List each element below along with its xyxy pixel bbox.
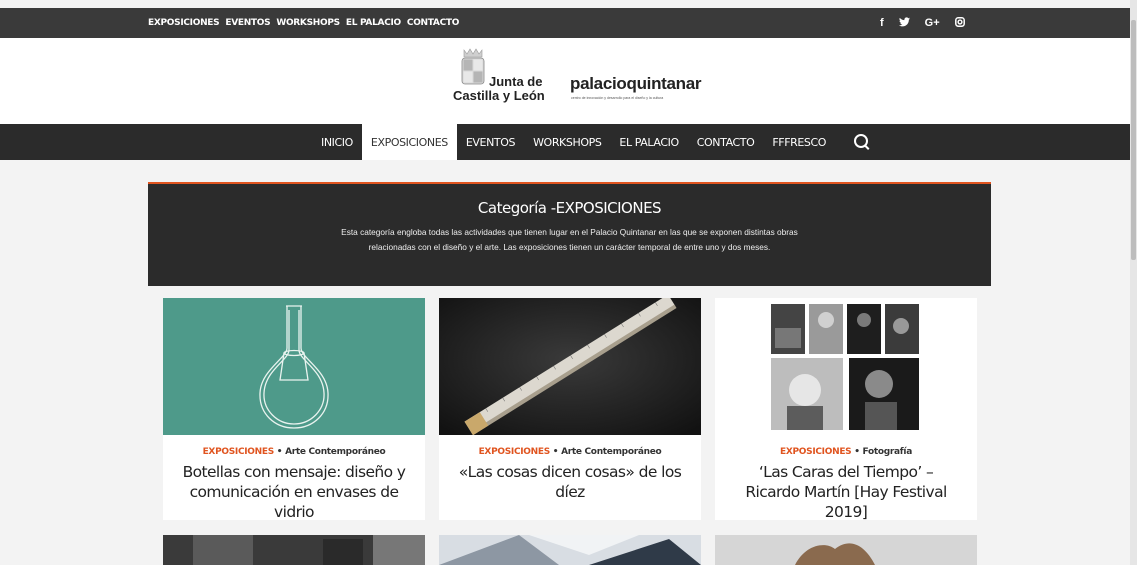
- ruler-photo: [439, 298, 701, 435]
- meta-separator: •: [552, 447, 559, 457]
- nav-fffresco[interactable]: FFFRESCO: [763, 124, 835, 160]
- category-title: Categoría -EXPOSICIONES: [477, 199, 662, 217]
- nav-exposiciones[interactable]: EXPOSICIONES: [361, 124, 457, 160]
- category-description: Esta categoría engloba todas las activid…: [341, 227, 798, 252]
- social-links: f G+: [880, 8, 965, 38]
- top-nav-workshops[interactable]: WORKSHOPS: [276, 18, 340, 28]
- bottle-illustration: [259, 305, 329, 429]
- top-nav-el-palacio[interactable]: EL PALACIO: [346, 18, 401, 28]
- post-subcategory-link[interactable]: Arte Contemporáneo: [285, 447, 386, 457]
- post-subcategory-link[interactable]: Arte Contemporáneo: [561, 447, 662, 457]
- post-category-link[interactable]: EXPOSICIONES: [203, 447, 275, 457]
- post-thumbnail-next-3[interactable]: [715, 535, 977, 565]
- post-meta: EXPOSICIONES • Arte Contemporáneo: [163, 447, 425, 457]
- nav-search[interactable]: [835, 124, 877, 160]
- post-thumbnail-bottle[interactable]: [163, 298, 425, 435]
- post-subcategory-link[interactable]: Fotografía: [863, 447, 913, 457]
- nav-workshops[interactable]: WORKSHOPS: [524, 124, 610, 160]
- junta-logo-text: Junta de Castilla y León: [453, 75, 545, 103]
- post-thumbnail-next-1[interactable]: [163, 535, 425, 565]
- scrollbar-thumb[interactable]: [1131, 20, 1136, 260]
- site-header: Junta de Castilla y León palacioquintana…: [0, 38, 1130, 124]
- portraits-collage: [771, 304, 919, 430]
- next-photo-3: [715, 535, 977, 565]
- post-card[interactable]: EXPOSICIONES • Fotografía ‘Las Caras del…: [715, 298, 977, 522]
- junta-line-1: Junta de: [489, 74, 543, 89]
- instagram-icon[interactable]: [954, 16, 965, 30]
- category-banner: Categoría -EXPOSICIONES Esta categoría e…: [148, 182, 991, 286]
- facebook-icon[interactable]: f: [880, 17, 884, 29]
- post-category-link[interactable]: EXPOSICIONES: [780, 447, 852, 457]
- top-nav-exposiciones[interactable]: EXPOSICIONES: [148, 18, 220, 28]
- meta-separator: •: [276, 447, 283, 457]
- top-nav-eventos[interactable]: EVENTOS: [225, 18, 270, 28]
- post-title[interactable]: ‘Las Caras del Tiempo’ – Ricardo Martín …: [715, 462, 977, 522]
- next-photo-2: [439, 535, 701, 565]
- junta-line-2: Castilla y León: [453, 88, 545, 103]
- site-tagline: centro de innovación y desarrollo para e…: [571, 96, 664, 100]
- scrollbar[interactable]: [1130, 0, 1137, 565]
- top-bar: EXPOSICIONES EVENTOS WORKSHOPS EL PALACI…: [0, 8, 1130, 38]
- post-thumbnail-ruler[interactable]: [439, 298, 701, 435]
- twitter-icon[interactable]: [898, 16, 910, 30]
- meta-separator: •: [854, 447, 860, 457]
- next-photo-1: [193, 535, 425, 565]
- top-nav-contacto[interactable]: CONTACTO: [407, 18, 460, 28]
- nav-contacto[interactable]: CONTACTO: [688, 124, 764, 160]
- google-plus-icon[interactable]: G+: [925, 17, 940, 29]
- post-thumbnail-portraits[interactable]: [715, 298, 977, 435]
- top-nav: EXPOSICIONES EVENTOS WORKSHOPS EL PALACI…: [148, 8, 459, 38]
- post-card[interactable]: EXPOSICIONES • Arte Contemporáneo Botell…: [163, 298, 425, 522]
- post-title[interactable]: «Las cosas dicen cosas» de los díez: [439, 462, 701, 502]
- search-icon[interactable]: [854, 133, 869, 148]
- post-meta: EXPOSICIONES • Fotografía: [715, 447, 977, 457]
- nav-eventos[interactable]: EVENTOS: [457, 124, 524, 160]
- post-category-link[interactable]: EXPOSICIONES: [479, 447, 551, 457]
- nav-inicio[interactable]: INICIO: [312, 124, 362, 160]
- nav-el-palacio[interactable]: EL PALACIO: [610, 124, 687, 160]
- site-logo[interactable]: palacioquintanar: [570, 74, 702, 94]
- post-meta: EXPOSICIONES • Arte Contemporáneo: [439, 447, 701, 457]
- post-title[interactable]: Botellas con mensaje: diseño y comunicac…: [163, 462, 425, 522]
- post-thumbnail-next-2[interactable]: [439, 535, 701, 565]
- main-nav: INICIO EXPOSICIONES EVENTOS WORKSHOPS EL…: [0, 124, 1130, 160]
- post-card[interactable]: EXPOSICIONES • Arte Contemporáneo «Las c…: [439, 298, 701, 520]
